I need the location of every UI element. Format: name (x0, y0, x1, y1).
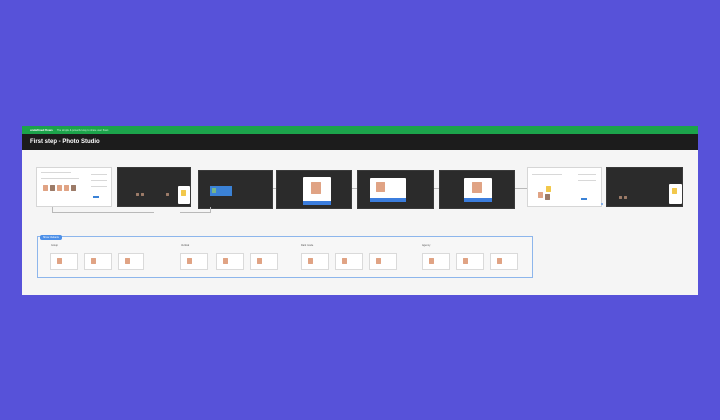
flow-connector (180, 212, 210, 213)
apply-button[interactable] (581, 198, 587, 200)
flow-connector (515, 188, 527, 189)
flow-connector (52, 212, 154, 213)
canvas-item (619, 196, 622, 199)
canvas-item (624, 196, 627, 199)
canvas-item (166, 193, 169, 196)
page-title: First step - Photo Studio (30, 139, 100, 145)
variant-thumbnail[interactable] (422, 253, 450, 270)
brand-bar: undefined flows The simple & powerful wa… (22, 126, 698, 134)
screen-product-modal-2[interactable] (357, 170, 434, 209)
product-image (376, 182, 385, 192)
variant-thumbnail[interactable] (84, 253, 112, 270)
screen-dark-canvas[interactable] (117, 167, 191, 207)
flow-title-bar: First step - Photo Studio (22, 134, 698, 150)
product-image (181, 190, 186, 196)
flow-connector (434, 188, 439, 189)
product-image (463, 258, 468, 264)
product-image (311, 182, 321, 194)
product-modal[interactable] (370, 178, 406, 202)
upload-image (212, 188, 216, 193)
product-modal[interactable] (464, 178, 492, 202)
flow-connector (210, 207, 211, 213)
product-preview-card[interactable] (669, 184, 682, 204)
modal-action-bar[interactable] (464, 198, 492, 202)
variants-panel: Show Variants Group Vertical Dark mode A… (37, 235, 533, 278)
variant-thumbnail[interactable] (216, 253, 244, 270)
flow-connector (273, 188, 276, 189)
variant-thumbnail[interactable] (301, 253, 329, 270)
flow-connector (352, 188, 357, 189)
modal-action-bar[interactable] (303, 201, 331, 205)
side-panel-row (91, 174, 107, 175)
editor-toolbar (41, 172, 71, 173)
side-panel-row (578, 174, 596, 175)
modal-action-bar[interactable] (370, 198, 406, 202)
screen-product-modal[interactable] (276, 170, 352, 209)
variant-group-title: Group (51, 244, 58, 247)
screen-editor-start[interactable] (36, 167, 112, 207)
canvas-item (136, 193, 139, 196)
product-image (342, 258, 347, 264)
product-image (472, 182, 482, 193)
variant-thumbnail[interactable] (490, 253, 518, 270)
product-image (257, 258, 262, 264)
product-thumbnail[interactable] (546, 186, 551, 192)
product-image (57, 258, 62, 264)
product-preview-card[interactable] (178, 186, 190, 204)
variant-thumbnail[interactable] (180, 253, 208, 270)
editor-row (41, 178, 79, 179)
screen-add-image[interactable] (198, 170, 273, 209)
photo-thumbnail[interactable] (545, 194, 550, 200)
photo-thumbnail[interactable] (57, 185, 62, 191)
product-image (376, 258, 381, 264)
photo-thumbnail[interactable] (64, 185, 69, 191)
screen-product-modal-3[interactable] (439, 170, 515, 209)
side-panel-row (91, 186, 107, 187)
product-image (308, 258, 313, 264)
photo-thumbnail[interactable] (50, 185, 55, 191)
photo-thumbnail[interactable] (538, 192, 543, 198)
variant-thumbnail[interactable] (118, 253, 144, 270)
product-image (429, 258, 434, 264)
product-image (125, 258, 130, 264)
side-panel-row (91, 180, 107, 181)
brand-tagline: The simple & powerful way to share user … (56, 128, 109, 132)
flow-board: undefined flows The simple & powerful wa… (22, 126, 698, 295)
product-image (223, 258, 228, 264)
brand-name[interactable]: undefined flows (30, 128, 53, 132)
product-image (497, 258, 502, 264)
variant-thumbnail[interactable] (456, 253, 484, 270)
variant-group-title: Dark mode (301, 244, 314, 247)
side-panel-row (578, 180, 596, 181)
screen-editor-end[interactable] (527, 167, 603, 207)
product-image (187, 258, 192, 264)
canvas-item (141, 193, 144, 196)
photo-thumbnail[interactable] (71, 185, 76, 191)
product-image (672, 188, 677, 194)
product-modal[interactable] (303, 177, 331, 205)
editor-row (532, 174, 562, 175)
cursor-marker (601, 203, 603, 205)
apply-button[interactable] (93, 196, 99, 198)
screen-final[interactable] (606, 167, 683, 207)
product-image (91, 258, 96, 264)
variant-thumbnail[interactable] (250, 253, 278, 270)
variant-thumbnail[interactable] (369, 253, 397, 270)
variant-thumbnail[interactable] (50, 253, 78, 270)
variant-thumbnail[interactable] (335, 253, 363, 270)
variant-group-title: Agency (422, 244, 431, 247)
variant-group-title: Vertical (181, 244, 190, 247)
photo-thumbnail[interactable] (43, 185, 48, 191)
show-variants-chip[interactable]: Show Variants (40, 235, 62, 240)
